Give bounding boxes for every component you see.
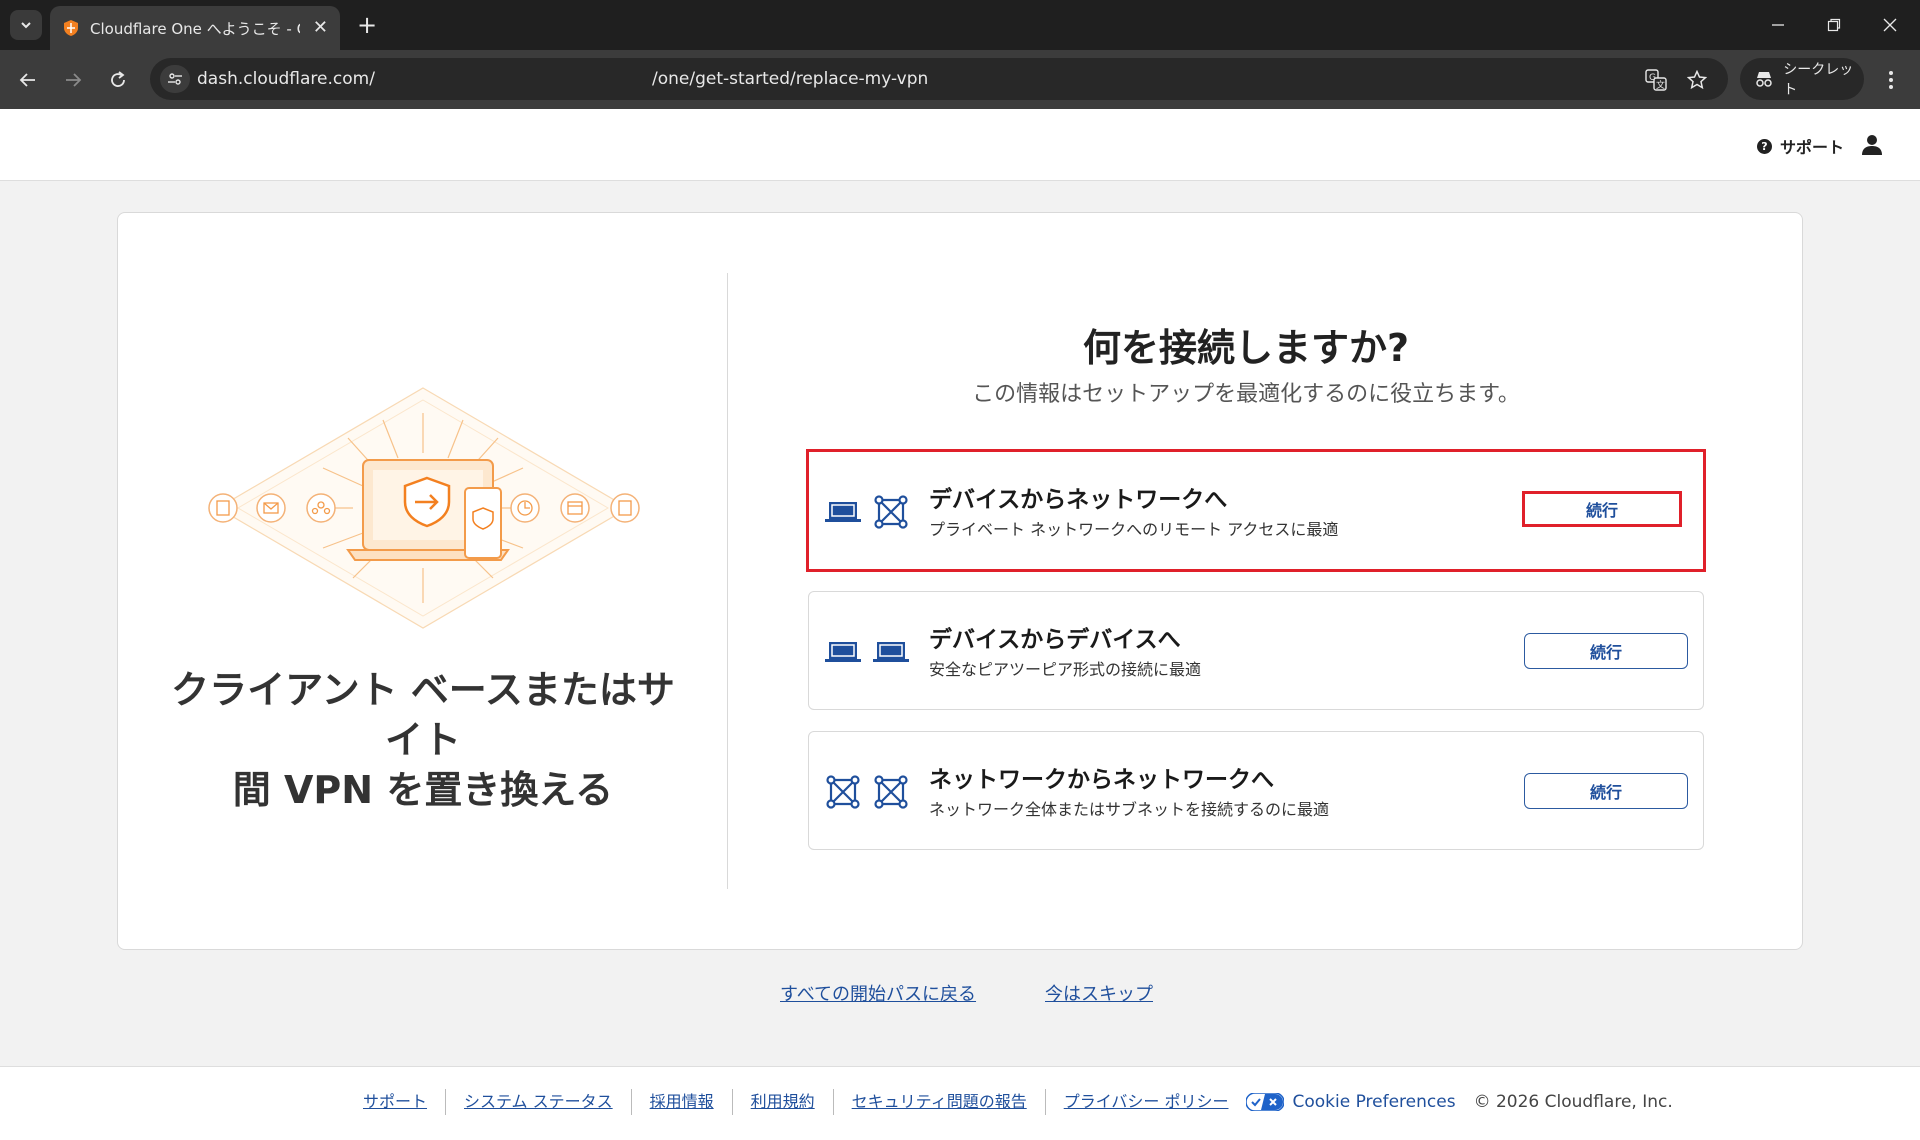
user-icon[interactable]: [1860, 133, 1884, 157]
laptop-icon: [873, 642, 909, 662]
copyright: © 2026 Cloudflare, Inc.: [1473, 1092, 1673, 1112]
option-title: デバイスからデバイスへ: [929, 627, 1181, 653]
tab-search-button[interactable]: [10, 10, 42, 40]
page-footer: サポート システム ステータス 採用情報 利用規約 セキュリティ問題の報告 プラ…: [0, 1066, 1920, 1140]
option-description: 安全なピアツーピア形式の接続に最適: [929, 660, 1202, 679]
url-path: /one/get-started/replace-my-vpn: [652, 69, 929, 89]
new-tab-button[interactable]: +: [352, 10, 382, 40]
privacy-choices-icon: [1246, 1093, 1285, 1111]
restore-icon: [1827, 18, 1841, 32]
close-window-button[interactable]: [1870, 8, 1910, 42]
option-title: デバイスからネットワークへ: [929, 487, 1228, 513]
cookie-preferences-label: Cookie Preferences: [1292, 1092, 1456, 1112]
reload-button[interactable]: [100, 62, 136, 98]
option-description: ネットワーク全体またはサブネットを接続するのに最適: [929, 800, 1330, 819]
reload-icon: [111, 71, 125, 87]
option-title: ネットワークからネットワークへ: [929, 767, 1274, 793]
support-menu[interactable]: ? サポート: [1757, 134, 1844, 158]
vertical-divider: [727, 273, 728, 889]
cloudflare-shield-icon: [64, 20, 78, 36]
close-icon: [1883, 18, 1897, 32]
chevron-down-icon: [21, 22, 31, 29]
url-host: dash.cloudflare.com/: [197, 69, 375, 89]
close-tab-icon[interactable]: ✕: [313, 19, 328, 37]
option-icons: [825, 772, 909, 812]
arrow-left-icon: [19, 73, 35, 87]
browser-tabstrip: Cloudflare One へようこそ - Clouc ✕ +: [0, 0, 1920, 50]
continue-button[interactable]: 続行: [1524, 633, 1688, 669]
bottom-links: すべての開始パスに戻る 今はスキップ: [0, 980, 1920, 1010]
laptop-icon: [825, 642, 861, 662]
bookmark-button[interactable]: [1684, 67, 1710, 93]
vpn-replace-illustration: [208, 387, 640, 629]
get-started-card: クライアント ベースまたはサイト 間 VPN を置き換える 何を接続しますか? …: [117, 212, 1803, 950]
option-icons: [825, 492, 909, 532]
laptop-icon: [825, 502, 861, 522]
incognito-badge[interactable]: シークレット: [1740, 58, 1864, 100]
browser-toolbar: dash.cloudflare.com/ /one/get-started/re…: [0, 50, 1920, 109]
help-icon: ?: [1757, 138, 1772, 154]
option-device-to-network[interactable]: デバイスからネットワークへ プライベート ネットワークへのリモート アクセスに最…: [806, 449, 1706, 572]
continue-button[interactable]: 続行: [1524, 773, 1688, 809]
option-device-to-device[interactable]: デバイスからデバイスへ 安全なピアツーピア形式の接続に最適 続行: [808, 591, 1704, 710]
incognito-label: シークレット: [1783, 62, 1854, 98]
back-to-all-paths-link[interactable]: すべての開始パスに戻る: [780, 980, 976, 1006]
skip-link[interactable]: 今はスキップ: [1045, 980, 1153, 1006]
footer-link-support[interactable]: サポート: [363, 1089, 447, 1115]
network-icon: [874, 495, 908, 529]
address-bar[interactable]: dash.cloudflare.com/ /one/get-started/re…: [150, 58, 1728, 100]
browser-menu-button[interactable]: [1876, 62, 1906, 98]
forward-button[interactable]: [55, 62, 91, 98]
page-header: ? サポート: [0, 109, 1920, 181]
option-icons: [825, 632, 909, 672]
tune-icon: [168, 73, 182, 85]
arrow-right-icon: [66, 73, 82, 87]
translate-button[interactable]: G文: [1643, 67, 1669, 93]
browser-tab-active[interactable]: Cloudflare One へようこそ - Clouc ✕: [50, 6, 340, 50]
footer-links: サポート システム ステータス 採用情報 利用規約 セキュリティ問題の報告 プラ…: [363, 1087, 1673, 1117]
footer-link-system-status[interactable]: システム ステータス: [446, 1089, 632, 1115]
continue-button[interactable]: 続行: [1522, 491, 1682, 527]
network-icon: [826, 775, 860, 809]
star-icon: [1687, 70, 1707, 90]
more-vertical-icon: [1889, 71, 1893, 89]
minimize-icon: [1772, 24, 1784, 26]
tab-title: Cloudflare One へようこそ - Clouc: [90, 19, 300, 38]
incognito-icon: [1756, 72, 1772, 87]
footer-link-careers[interactable]: 採用情報: [632, 1089, 733, 1115]
option-description: プライベート ネットワークへのリモート アクセスに最適: [929, 520, 1339, 539]
left-panel-title: クライアント ベースまたはサイト 間 VPN を置き換える: [158, 665, 688, 815]
back-button[interactable]: [10, 62, 46, 98]
footer-link-privacy[interactable]: プライバシー ポリシー: [1046, 1089, 1247, 1115]
title-line-1: クライアント ベースまたはサイト: [171, 668, 675, 762]
support-label: サポート: [1780, 138, 1845, 157]
restore-button[interactable]: [1814, 8, 1854, 42]
svg-text:文: 文: [1656, 79, 1665, 91]
network-icon: [874, 775, 908, 809]
minimize-button[interactable]: [1758, 8, 1798, 42]
option-network-to-network[interactable]: ネットワークからネットワークへ ネットワーク全体またはサブネットを接続するのに最…: [808, 731, 1704, 850]
title-line-2: 間 VPN を置き換える: [232, 768, 614, 812]
footer-link-terms[interactable]: 利用規約: [733, 1089, 834, 1115]
question-heading: 何を接続しますか?: [1082, 326, 1410, 370]
translate-icon: G文: [1645, 69, 1667, 91]
cookie-preferences[interactable]: Cookie Preferences: [1246, 1092, 1456, 1112]
footer-link-security-report[interactable]: セキュリティ問題の報告: [834, 1089, 1046, 1115]
question-subtitle: この情報はセットアップを最適化するのに役立ちます。: [972, 382, 1520, 407]
site-info-button[interactable]: [160, 65, 190, 93]
